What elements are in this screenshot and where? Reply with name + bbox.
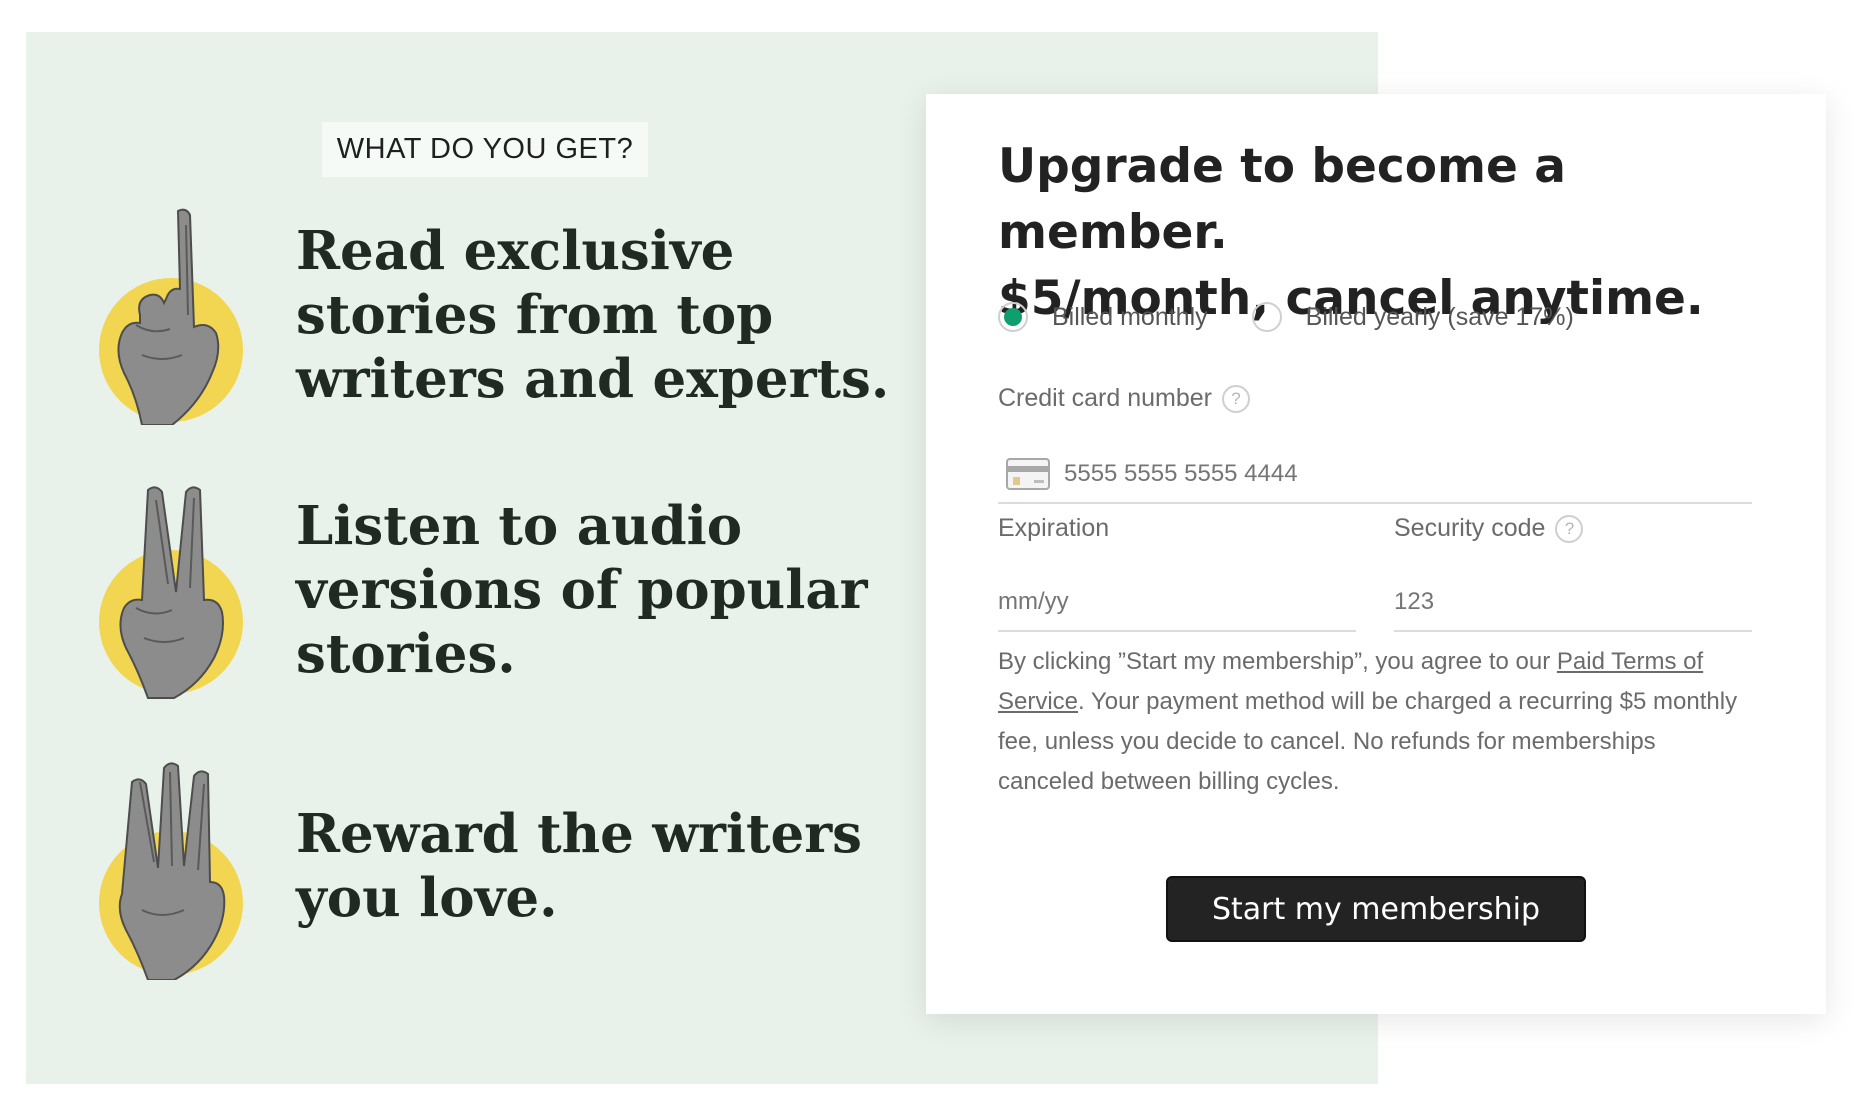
benefits-tag: WHAT DO YOU GET? xyxy=(322,122,648,177)
benefit-heading: Listen to audio versions of popular stor… xyxy=(296,495,868,685)
expiration-label-text: Expiration xyxy=(998,514,1110,542)
form-title-line-1: Upgrade to become a member. xyxy=(998,139,1566,260)
billed-monthly-radio[interactable] xyxy=(998,302,1028,332)
billed-monthly-label: Billed monthly xyxy=(1052,302,1208,331)
expiration-input[interactable] xyxy=(998,588,1356,616)
billing-period-options: Billed monthly Billed yearly (save 17%) xyxy=(998,302,1618,332)
security-code-help-icon[interactable]: ? xyxy=(1555,514,1584,543)
card-number-label-text: Credit card number xyxy=(998,384,1212,412)
security-code-label: Security code ? xyxy=(1394,514,1584,543)
peace-sign-hand-icon xyxy=(99,486,243,699)
card-number-field xyxy=(998,446,1752,504)
membership-upgrade-page: WHAT DO YOU GET? Read exclusive stories … xyxy=(0,0,1858,1116)
radio-selected-dot xyxy=(1004,308,1022,326)
legal-text-after-link: . Your payment method will be charged a … xyxy=(998,688,1738,795)
billed-yearly-option[interactable]: Billed yearly (save 17%) xyxy=(1251,302,1574,332)
billed-yearly-radio[interactable] xyxy=(1251,302,1282,332)
security-code-input[interactable] xyxy=(1394,588,1752,616)
benefit-heading: Reward the writers you love. xyxy=(296,803,862,929)
three-fingers-hand-icon xyxy=(99,762,243,980)
membership-form-card: Upgrade to become a member. $5/month, ca… xyxy=(926,94,1826,1014)
card-number-label: Credit card number ? xyxy=(998,384,1250,413)
security-code-label-text: Security code xyxy=(1394,514,1546,542)
legal-text-before-link: By clicking ”Start my membership”, you a… xyxy=(998,648,1557,675)
expiration-label: Expiration xyxy=(998,514,1109,543)
benefit-heading: Read exclusive stories from top writers … xyxy=(296,220,890,410)
legal-notice: By clicking ”Start my membership”, you a… xyxy=(998,642,1758,802)
security-code-field xyxy=(1394,574,1752,632)
start-membership-button[interactable]: Start my membership xyxy=(1166,876,1586,942)
billed-monthly-option[interactable]: Billed monthly xyxy=(998,302,1208,332)
credit-card-icon xyxy=(1006,458,1050,490)
billed-yearly-label: Billed yearly (save 17%) xyxy=(1305,302,1574,331)
card-number-help-icon[interactable]: ? xyxy=(1221,384,1250,413)
card-number-input[interactable] xyxy=(1064,460,1752,488)
expiration-field xyxy=(998,574,1356,632)
one-finger-hand-icon xyxy=(99,208,243,425)
